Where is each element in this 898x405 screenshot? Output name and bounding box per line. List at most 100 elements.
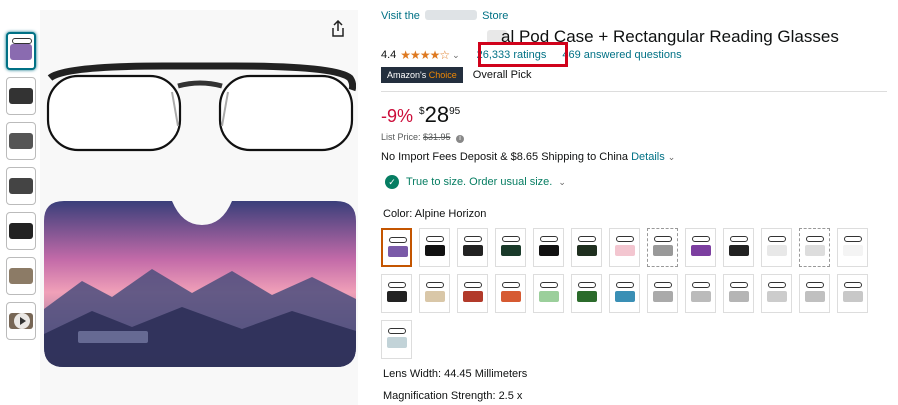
color-swatch-11[interactable] xyxy=(761,228,792,267)
case-swatch-image xyxy=(577,245,597,256)
thumbnail-image xyxy=(9,88,33,104)
shipping-text: No Import Fees Deposit & $8.65 Shipping … xyxy=(381,151,629,163)
glasses-icon xyxy=(388,282,406,288)
glasses-icon xyxy=(464,236,482,242)
reading-glasses-image xyxy=(46,62,356,152)
check-circle-icon: ✓ xyxy=(385,175,399,189)
info-icon[interactable]: i xyxy=(456,135,465,143)
chevron-down-icon[interactable]: ⌄ xyxy=(668,152,676,162)
glasses-icon xyxy=(12,38,32,44)
glasses-icon xyxy=(844,236,862,242)
case-swatch-image xyxy=(539,291,559,302)
case-swatch-image xyxy=(463,245,483,256)
color-swatch-1[interactable] xyxy=(381,228,412,267)
glasses-icon xyxy=(388,328,406,334)
color-swatch-25[interactable] xyxy=(799,274,830,313)
case-swatch-image xyxy=(388,246,408,257)
glasses-icon xyxy=(768,236,786,242)
color-swatch-2[interactable] xyxy=(419,228,450,267)
case-swatch-image xyxy=(691,245,711,256)
star-rating-icon[interactable]: ★★★★☆ xyxy=(400,48,450,62)
case-swatch-image xyxy=(463,291,483,302)
case-swatch-image xyxy=(615,291,635,302)
color-swatch-24[interactable] xyxy=(761,274,792,313)
rating-value: 4.4 xyxy=(381,49,397,61)
thumbnail-6[interactable] xyxy=(6,257,36,295)
color-swatch-16[interactable] xyxy=(457,274,488,313)
color-swatch-3[interactable] xyxy=(457,228,488,267)
case-swatch-image xyxy=(387,337,407,348)
fit-recommendation[interactable]: ✓ True to size. Order usual size. ⌄ xyxy=(385,175,566,189)
color-swatch-23[interactable] xyxy=(723,274,754,313)
list-price-label: List Price: xyxy=(381,132,421,142)
glasses-icon xyxy=(426,236,444,242)
case-swatch-image xyxy=(501,245,521,256)
case-swatch-image xyxy=(843,291,863,302)
case-swatch-image xyxy=(539,245,559,256)
glasses-icon xyxy=(806,282,824,288)
color-swatch-10[interactable] xyxy=(723,228,754,267)
store-link-prefix: Visit the xyxy=(381,10,420,22)
amazons-choice-badge[interactable]: Amazon's Choice xyxy=(381,67,463,83)
color-swatch-18[interactable] xyxy=(533,274,564,313)
case-swatch-image xyxy=(805,291,825,302)
color-swatch-14[interactable] xyxy=(381,274,412,313)
color-swatch-21[interactable] xyxy=(647,274,678,313)
color-swatch-27[interactable] xyxy=(381,320,412,359)
thumbnail-image xyxy=(10,44,32,60)
color-swatch-20[interactable] xyxy=(609,274,640,313)
color-swatch-grid xyxy=(381,228,881,366)
ratings-highlight-box xyxy=(478,42,568,67)
store-name-redacted xyxy=(425,10,477,20)
color-swatch-8[interactable] xyxy=(647,228,678,267)
color-swatch-6[interactable] xyxy=(571,228,602,267)
answered-questions-link[interactable]: 469 answered questions xyxy=(562,49,681,61)
glasses-icon xyxy=(844,282,862,288)
glasses-icon xyxy=(502,282,520,288)
spec-magnification: Magnification Strength: 2.5 x xyxy=(383,390,523,402)
color-swatch-4[interactable] xyxy=(495,228,526,267)
store-link[interactable]: Visit the Store xyxy=(381,10,508,22)
color-swatch-13[interactable] xyxy=(837,228,868,267)
color-swatch-12[interactable] xyxy=(799,228,830,267)
case-swatch-image xyxy=(691,291,711,302)
color-swatch-19[interactable] xyxy=(571,274,602,313)
case-swatch-image xyxy=(425,291,445,302)
glasses-icon xyxy=(692,236,710,242)
overall-pick-label: Overall Pick xyxy=(472,69,532,81)
case-swatch-image xyxy=(729,291,749,302)
thumbnail-7[interactable] xyxy=(6,302,36,340)
price-whole: 28 xyxy=(424,102,450,127)
store-link-suffix: Store xyxy=(482,10,509,22)
chevron-down-icon: ⌄ xyxy=(558,176,566,187)
color-swatch-26[interactable] xyxy=(837,274,868,313)
color-swatch-15[interactable] xyxy=(419,274,450,313)
shipping-details-link[interactable]: Details xyxy=(631,151,665,163)
thumbnail-1[interactable] xyxy=(6,32,36,70)
color-swatch-5[interactable] xyxy=(533,228,564,267)
thumbnail-image xyxy=(9,133,33,149)
glasses-icon xyxy=(768,282,786,288)
color-swatch-17[interactable] xyxy=(495,274,526,313)
color-swatch-22[interactable] xyxy=(685,274,716,313)
case-swatch-image xyxy=(767,245,787,256)
thumbnail-4[interactable] xyxy=(6,167,36,205)
glasses-icon xyxy=(616,282,634,288)
case-swatch-image xyxy=(425,245,445,256)
thumbnail-2[interactable] xyxy=(6,77,36,115)
color-swatch-7[interactable] xyxy=(609,228,640,267)
glasses-icon xyxy=(806,236,824,242)
share-icon[interactable] xyxy=(330,20,346,38)
spec-lens-width: Lens Width: 44.45 Millimeters xyxy=(383,368,528,380)
color-swatch-9[interactable] xyxy=(685,228,716,267)
thumbnail-5[interactable] xyxy=(6,212,36,250)
pod-case-image xyxy=(44,201,356,367)
case-swatch-image xyxy=(843,245,863,256)
thumbnail-image xyxy=(9,178,33,194)
chevron-down-icon[interactable]: ⌄ xyxy=(452,50,460,61)
glasses-icon xyxy=(654,282,672,288)
thumbnail-3[interactable] xyxy=(6,122,36,160)
list-price-value: $31.95 xyxy=(423,132,451,142)
case-swatch-image xyxy=(387,291,407,302)
case-swatch-image xyxy=(653,291,673,302)
